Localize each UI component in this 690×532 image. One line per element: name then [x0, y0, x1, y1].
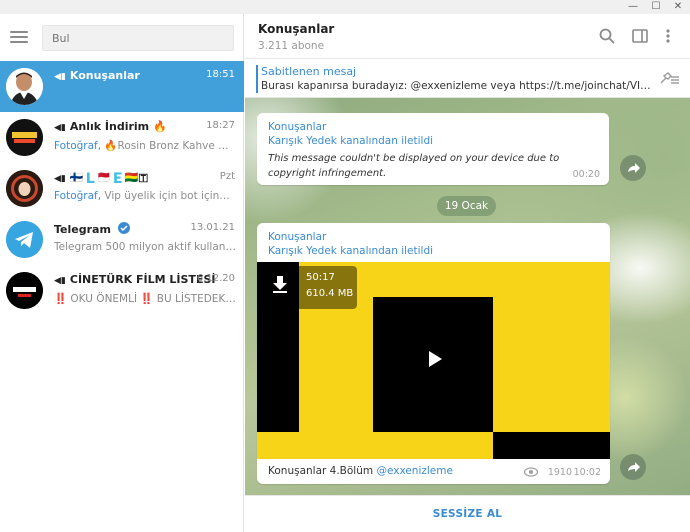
maximize-icon[interactable]: ☐ — [647, 0, 665, 14]
video-frame-block — [493, 297, 610, 432]
avatar — [6, 68, 43, 105]
message-area[interactable]: Konuşanlar Karışık Yedek kanalından ilet… — [245, 98, 690, 495]
chat-name: ◀▮ 🇫🇮🇱🇲🇨🇪🇧🇴🇹 — [54, 171, 149, 184]
chat-header: Konuşanlar 3.211 abone — [245, 14, 690, 59]
message-source[interactable]: Konuşanlar — [268, 121, 326, 133]
avatar — [6, 272, 43, 309]
caption-link[interactable]: @exxenizleme — [376, 465, 453, 477]
avatar — [6, 119, 43, 156]
video-frame-block — [257, 432, 299, 459]
hamburger-menu-icon[interactable] — [10, 31, 28, 45]
search-icon[interactable] — [598, 27, 616, 45]
chat-footer: SESSİZE AL — [245, 495, 690, 532]
video-info-box: 50:17 610.4 MB — [295, 266, 357, 309]
chat-time: 13.01.21 — [190, 222, 235, 233]
window-title-bar: — ☐ ✕ — [0, 0, 690, 14]
chat-name: ◀▮ CİNETÜRK FİLM LİSTESİ — [54, 273, 216, 286]
chat-item-konusanlar[interactable]: ◀▮ Konuşanlar 18:51 — [0, 61, 244, 112]
forwarded-from[interactable]: Karışık Yedek kanalından iletildi — [268, 245, 433, 257]
video-duration: 50:17 — [306, 272, 335, 283]
play-icon[interactable] — [421, 346, 447, 372]
megaphone-icon: ◀▮ — [54, 276, 66, 286]
megaphone-icon: ◀▮ — [54, 123, 66, 133]
avatar — [6, 170, 43, 207]
message-text: This message couldn't be displayed on yo… — [268, 153, 560, 179]
video-message-bubble[interactable]: Konuşanlar Karışık Yedek kanalından ilet… — [257, 223, 610, 484]
minimize-icon[interactable]: — — [624, 0, 642, 14]
megaphone-icon: ◀▮ — [54, 174, 66, 184]
pinned-accent-bar — [256, 65, 258, 93]
chat-item-telegram[interactable]: Telegram 13.01.21 Telegram 500 milyon ak… — [0, 214, 244, 265]
chat-time: 18:27 — [206, 120, 235, 131]
chat-time: Pzt — [219, 171, 235, 182]
chat-list-panel: ◀▮Konuşanlar 18:51 ◀▮Anlık İndirim 🔥 18:… — [0, 14, 244, 532]
close-icon[interactable]: ✕ — [669, 0, 687, 14]
video-size: 610.4 MB — [306, 288, 354, 299]
pinned-text: Burası kapanırsa buradayız: @exxenizleme… — [261, 80, 653, 92]
chat-preview: ‼️ OKU ÖNEMLİ ‼️ BU LİSTEDEKİ... — [54, 293, 236, 305]
sidebar-toggle-icon[interactable] — [631, 27, 649, 45]
chat-preview: Fotoğraf, 🔥Rosin Bronz Kahve Gra... — [54, 140, 236, 152]
mute-button[interactable]: SESSİZE AL — [245, 496, 690, 532]
message-time: 00:20 — [572, 169, 600, 180]
pinned-message-bar[interactable]: Sabitlenen mesaj Burası kapanırsa burada… — [245, 60, 690, 98]
megaphone-icon: ◀▮ — [54, 72, 66, 82]
pinned-title: Sabitlenen mesaj — [261, 65, 357, 78]
message-bubble[interactable]: Konuşanlar Karışık Yedek kanalından ilet… — [257, 113, 609, 185]
subscriber-count: 3.211 abone — [258, 40, 325, 52]
more-options-icon[interactable] — [659, 27, 677, 45]
chat-preview: Fotoğraf, Vip üyelik için bot içinden ..… — [54, 190, 236, 202]
telegram-logo-icon — [6, 221, 43, 258]
share-arrow-icon — [628, 462, 640, 472]
chat-item-cineturk[interactable]: ◀▮ CİNETÜRK FİLM LİSTESİ 6.12.20 ‼️ OKU Ö… — [0, 265, 244, 316]
share-button[interactable] — [620, 454, 646, 480]
video-frame-block — [299, 432, 373, 459]
chat-time: 6.12.20 — [196, 273, 235, 284]
view-count: 1910 — [547, 467, 572, 478]
search-input[interactable] — [42, 25, 234, 51]
chat-item-film-ce-bot[interactable]: ◀▮ 🇫🇮🇱🇲🇨🇪🇧🇴🇹 Pzt Fotoğraf, Vip üyelik içi… — [0, 163, 244, 214]
share-arrow-icon — [628, 163, 640, 173]
forwarded-from[interactable]: Karışık Yedek kanalından iletildi — [268, 135, 433, 147]
unpin-icon[interactable] — [658, 71, 680, 87]
date-separator: 19 Ocak — [437, 196, 496, 216]
video-thumbnail[interactable]: 50:17 610.4 MB — [257, 262, 610, 459]
download-icon[interactable] — [271, 274, 289, 294]
chat-name: ◀▮ Konuşanlar — [54, 69, 140, 82]
chat-name: ◀▮ Anlık İndirim 🔥 — [54, 120, 167, 133]
verified-badge-icon — [117, 222, 130, 234]
message-source[interactable]: Konuşanlar — [268, 231, 326, 243]
views-eye-icon — [524, 467, 538, 477]
video-frame-block — [493, 432, 610, 459]
share-button[interactable] — [620, 155, 646, 181]
chat-name: Telegram — [54, 222, 130, 236]
chat-item-anlik-indirim[interactable]: ◀▮ Anlık İndirim 🔥 18:27 Fotoğraf, 🔥Rosin… — [0, 112, 244, 163]
channel-title[interactable]: Konuşanlar — [258, 22, 334, 36]
video-caption: Konuşanlar 4.Bölüm @exxenizleme — [268, 465, 453, 477]
message-time: 10:02 — [573, 467, 601, 478]
chat-preview: Telegram 500 milyon aktif kullanıcıy... — [54, 241, 236, 253]
chat-time: 18:51 — [206, 69, 235, 80]
